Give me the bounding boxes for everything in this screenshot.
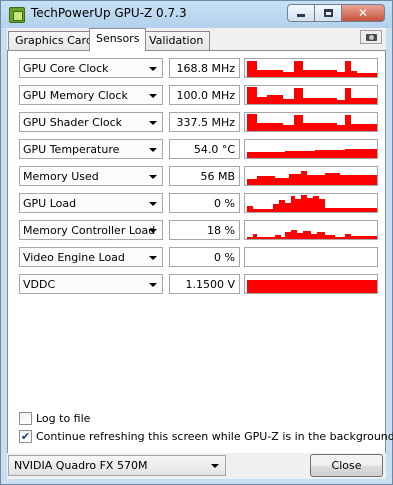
sensor-value: 56 MB (169, 166, 240, 186)
sensor-name-label: GPU Temperature (23, 143, 120, 156)
client-area: Graphics Card Sensors Validation GPU Cor… (7, 28, 393, 479)
sensor-graph (244, 166, 378, 186)
sensor-row-gpu-shader-clock: GPU Shader Clock 337.5 MHz (19, 112, 378, 132)
sensor-name-dropdown[interactable]: VDDC (19, 274, 163, 294)
window-title: TechPowerUp GPU-Z 0.7.3 (31, 6, 187, 20)
sensor-name-label: Video Engine Load (23, 251, 125, 264)
chevron-down-icon (211, 464, 219, 468)
sensor-name-label: GPU Core Clock (23, 62, 109, 75)
sensor-value: 54.0 °C (169, 139, 240, 159)
sensor-name-dropdown[interactable]: Video Engine Load (19, 247, 163, 267)
sensor-graph (244, 112, 378, 132)
chevron-down-icon (149, 229, 157, 233)
sensor-value: 100.0 MHz (169, 85, 240, 105)
sensor-row-vddc: VDDC 1.1500 V (19, 274, 378, 294)
minimize-button[interactable] (287, 4, 314, 22)
sensor-name-label: GPU Load (23, 197, 77, 210)
tab-validation[interactable]: Validation (142, 31, 211, 50)
title-bar[interactable]: TechPowerUp GPU-Z 0.7.3 ✕ (1, 1, 392, 28)
sensor-graph (244, 247, 378, 267)
sensor-value: 168.8 MHz (169, 58, 240, 78)
sensor-name-dropdown[interactable]: GPU Shader Clock (19, 112, 163, 132)
caption-buttons: ✕ (287, 4, 385, 22)
sensor-name-label: Memory Controller Load (23, 224, 156, 237)
sensor-row-gpu-load: GPU Load 0 % (19, 193, 378, 213)
sensor-row-gpu-core-clock: GPU Core Clock 168.8 MHz (19, 58, 378, 78)
gpu-selector-dropdown[interactable]: NVIDIA Quadro FX 570M (8, 455, 226, 476)
tab-sensors[interactable]: Sensors (89, 28, 147, 51)
sensor-graph (244, 85, 378, 105)
sensor-graph (244, 220, 378, 240)
chevron-down-icon (149, 67, 157, 71)
checkmark-icon: ✔ (20, 430, 31, 443)
tab-graphics-card[interactable]: Graphics Card (8, 31, 100, 50)
chevron-down-icon (149, 202, 157, 206)
sensor-row-video-engine-load: Video Engine Load 0 % (19, 247, 378, 267)
sensor-name-label: GPU Shader Clock (23, 116, 123, 129)
chevron-down-icon (149, 175, 157, 179)
sensor-graph (244, 274, 378, 294)
tab-strip: Graphics Card Sensors Validation (7, 28, 386, 51)
log-to-file-label: Log to file (36, 412, 91, 425)
sensors-panel: GPU Core Clock 168.8 MHz GPU Memory Cloc… (7, 50, 393, 475)
gpuz-app-icon (9, 7, 25, 23)
sensor-name-dropdown[interactable]: GPU Load (19, 193, 163, 213)
chevron-down-icon (149, 256, 157, 260)
sensor-row-memory-controller-load: Memory Controller Load 18 % (19, 220, 378, 240)
sensor-row-gpu-temperature: GPU Temperature 54.0 °C (19, 139, 378, 159)
continue-refreshing-checkbox[interactable]: ✔ (19, 430, 32, 443)
minimize-icon (297, 14, 305, 17)
sensor-name-dropdown[interactable]: Memory Controller Load (19, 220, 163, 240)
screenshot-button[interactable] (360, 30, 382, 44)
sensor-value: 0 % (169, 247, 240, 267)
gpuz-window: TechPowerUp GPU-Z 0.7.3 ✕ Graphics Card … (0, 0, 393, 485)
sensor-graph (244, 139, 378, 159)
maximize-button[interactable] (314, 4, 341, 22)
sensor-name-dropdown[interactable]: GPU Core Clock (19, 58, 163, 78)
maximize-icon (323, 9, 333, 17)
chevron-down-icon (149, 121, 157, 125)
sensor-value: 18 % (169, 220, 240, 240)
close-button[interactable]: Close (310, 454, 383, 477)
window-close-button[interactable]: ✕ (341, 4, 385, 22)
sensor-name-dropdown[interactable]: GPU Memory Clock (19, 85, 163, 105)
close-icon: ✕ (357, 6, 369, 20)
sensor-row-gpu-memory-clock: GPU Memory Clock 100.0 MHz (19, 85, 378, 105)
sensor-value: 337.5 MHz (169, 112, 240, 132)
sensor-name-label: VDDC (23, 278, 56, 291)
chevron-down-icon (149, 94, 157, 98)
camera-icon (365, 33, 377, 41)
sensor-name-label: Memory Used (23, 170, 99, 183)
chevron-down-icon (149, 283, 157, 287)
log-to-file-checkbox[interactable] (19, 412, 32, 425)
sensor-value: 0 % (169, 193, 240, 213)
sensor-name-label: GPU Memory Clock (23, 89, 128, 102)
sensor-name-dropdown[interactable]: GPU Temperature (19, 139, 163, 159)
sensor-name-dropdown[interactable]: Memory Used (19, 166, 163, 186)
continue-refreshing-label: Continue refreshing this screen while GP… (36, 430, 393, 443)
sensor-graph (244, 193, 378, 213)
sensor-graph (244, 58, 378, 78)
chevron-down-icon (149, 148, 157, 152)
bottom-bar: NVIDIA Quadro FX 570M Close (7, 453, 386, 479)
sensor-row-memory-used: Memory Used 56 MB (19, 166, 378, 186)
sensor-value: 1.1500 V (169, 274, 240, 294)
gpu-selector-value: NVIDIA Quadro FX 570M (14, 459, 148, 472)
